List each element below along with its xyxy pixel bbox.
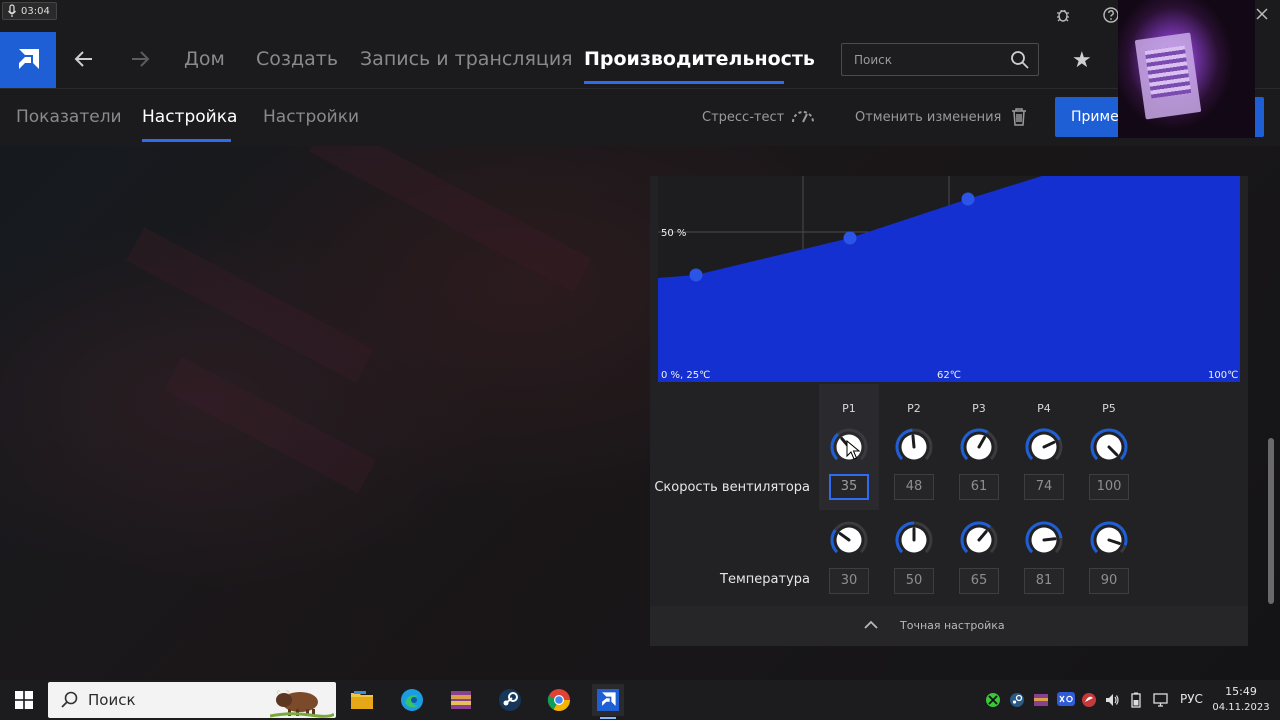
column-header-p4: P4 <box>1037 402 1051 415</box>
tray-winrar-icon[interactable] <box>1033 692 1049 708</box>
temperature-knob-p2[interactable] <box>894 520 934 560</box>
stress-test-button[interactable]: Стресс-тест <box>702 110 784 125</box>
fan-speed-knob-p2[interactable] <box>894 427 934 467</box>
temperature-row-label: Температура <box>720 572 810 587</box>
fine-tune-toggle[interactable]: Точная настройка <box>650 606 1248 646</box>
curve-point-p1[interactable] <box>689 268 703 282</box>
file-explorer-icon[interactable] <box>346 684 378 716</box>
curve-point-p2[interactable] <box>843 231 857 245</box>
fan-speed-row-label: Скорость вентилятора <box>654 480 810 495</box>
clock-time[interactable]: 15:49 <box>1216 685 1266 698</box>
temperature-input-p1[interactable]: 30 <box>829 568 869 594</box>
fan-speed-knob-p3[interactable] <box>959 427 999 467</box>
tray-xbox-icon[interactable] <box>985 692 1001 708</box>
webcam-overlay <box>1118 0 1255 138</box>
temperature-knob-p1[interactable] <box>829 520 869 560</box>
curve-point-p3[interactable] <box>961 192 975 206</box>
edge-browser-icon[interactable] <box>396 684 428 716</box>
recorder-time: 03:04 <box>21 5 50 17</box>
active-tab-indicator <box>584 81 784 84</box>
chevron-up-icon <box>864 620 878 629</box>
battery-icon[interactable] <box>1128 692 1144 708</box>
network-icon[interactable] <box>1152 692 1168 708</box>
knob-pointer <box>1042 537 1057 542</box>
forward-arrow-icon[interactable] <box>128 48 152 72</box>
input-language-indicator[interactable]: РУС <box>1180 692 1203 706</box>
recorder-badge[interactable]: 03:04 <box>2 2 57 20</box>
temperature-knob-p5[interactable] <box>1089 520 1129 560</box>
bison-illustration-icon <box>270 690 334 718</box>
favorites-star-icon[interactable]: ★ <box>1072 48 1092 73</box>
temperature-knob-p3[interactable] <box>959 520 999 560</box>
temperature-input-p2[interactable]: 50 <box>894 568 934 594</box>
temperature-input-p4[interactable]: 81 <box>1024 568 1064 594</box>
active-subtab-indicator <box>142 139 231 142</box>
windows-taskbar: Поиск РУС 15:49 04.11.2023 <box>0 680 1280 720</box>
fan-speed-knob-p5[interactable] <box>1089 427 1129 467</box>
bug-report-icon[interactable] <box>1053 6 1073 26</box>
subtab-metrics[interactable]: Показатели <box>16 107 122 127</box>
winrar-archive-icon[interactable] <box>445 684 477 716</box>
search-box[interactable] <box>841 43 1039 76</box>
page-scrollbar[interactable] <box>1268 438 1274 604</box>
taskbar-search-box[interactable]: Поиск <box>48 682 336 718</box>
fan-speed-input-p4[interactable]: 74 <box>1024 474 1064 500</box>
fan-speed-input-p3[interactable]: 61 <box>959 474 999 500</box>
column-header-p5: P5 <box>1102 402 1116 415</box>
tab-performance[interactable]: Производительность <box>584 48 815 70</box>
column-header-p2: P2 <box>907 402 921 415</box>
fan-curve-chart[interactable]: 50 % 0 %, 25℃ 62℃ 100℃ <box>658 176 1240 382</box>
knob-pointer <box>911 434 916 449</box>
back-arrow-icon[interactable] <box>72 48 96 72</box>
windows-start-icon[interactable] <box>14 690 34 710</box>
steam-icon[interactable] <box>494 684 526 716</box>
fine-tune-label: Точная настройка <box>900 619 1005 632</box>
microphone-icon <box>8 4 16 17</box>
x-axis-origin-label: 0 %, 25℃ <box>661 370 710 381</box>
gauge-icon[interactable] <box>790 107 816 125</box>
search-icon[interactable] <box>1010 50 1030 70</box>
tray-app-icon[interactable] <box>1081 692 1097 708</box>
subtab-tuning[interactable]: Настройка <box>142 107 237 127</box>
title-bar: 03:04 <box>0 0 1280 32</box>
temperature-input-p5[interactable]: 90 <box>1089 568 1129 594</box>
search-input[interactable] <box>854 51 1004 69</box>
clock-date[interactable]: 04.11.2023 <box>1212 702 1270 713</box>
tray-xo-icon[interactable] <box>1057 692 1075 708</box>
y-axis-mid-label: 50 % <box>661 228 686 239</box>
sub-navigation: Показатели Настройка Настройки Стресс-те… <box>0 88 1280 146</box>
amd-logo-icon[interactable] <box>0 32 56 88</box>
x-axis-mid-label: 62℃ <box>937 370 961 381</box>
subtab-settings[interactable]: Настройки <box>263 107 359 127</box>
tab-home[interactable]: Дом <box>184 48 225 70</box>
close-icon[interactable] <box>1252 6 1272 26</box>
fan-speed-input-p5[interactable]: 100 <box>1089 474 1129 500</box>
column-header-p3: P3 <box>972 402 986 415</box>
trash-icon[interactable] <box>1010 107 1028 127</box>
column-header-p1: P1 <box>842 402 856 415</box>
search-icon <box>61 691 78 708</box>
temperature-knob-p4[interactable] <box>1024 520 1064 560</box>
background-stripe <box>126 227 374 383</box>
webcam-device-display <box>1144 45 1192 99</box>
main-navigation: Дом Создать Запись и трансляция Производ… <box>0 32 1280 88</box>
fan-speed-input-p1[interactable]: 35 <box>829 474 869 500</box>
taskbar-search-label: Поиск <box>88 691 136 709</box>
amd-software-taskbar-icon[interactable] <box>592 684 624 719</box>
fan-speed-input-p2[interactable]: 48 <box>894 474 934 500</box>
mouse-cursor-icon <box>846 440 860 460</box>
temperature-input-p3[interactable]: 65 <box>959 568 999 594</box>
revert-changes-button[interactable]: Отменить изменения <box>855 110 1001 125</box>
x-axis-max-label: 100℃ <box>1208 370 1238 381</box>
knob-level-arc <box>830 529 839 554</box>
fan-speed-knob-p4[interactable] <box>1024 427 1064 467</box>
volume-icon[interactable] <box>1104 692 1120 708</box>
tab-record-stream[interactable]: Запись и трансляция <box>360 48 573 70</box>
fan-tuning-card: 50 % 0 %, 25℃ 62℃ 100℃ P1 P2 P3 P4 P5 Ск… <box>650 176 1248 646</box>
chrome-browser-icon[interactable] <box>543 684 575 716</box>
tab-create[interactable]: Создать <box>256 48 338 70</box>
tray-steam-icon[interactable] <box>1009 692 1025 708</box>
